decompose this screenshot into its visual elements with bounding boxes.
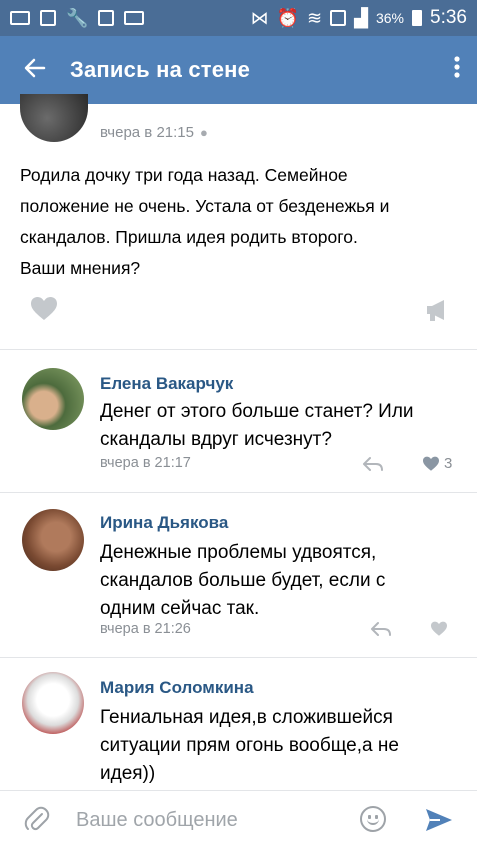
post-text: Родила дочку три года назад. Семейное по…: [20, 160, 460, 284]
heart-icon[interactable]: [430, 621, 448, 637]
battery-percent: 36%: [375, 10, 405, 26]
message-input[interactable]: [76, 803, 336, 837]
comment: Ирина Дьякова Денежные проблемы удвоятся…: [0, 493, 477, 657]
comment: Мария Соломкина Гениальная идея,в сложив…: [0, 658, 477, 790]
post-text-line: Родила дочку три года назад. Семейное: [20, 165, 348, 185]
paperclip-icon[interactable]: [24, 806, 50, 834]
comment-text-line: одним сейчас так.: [100, 598, 260, 619]
post-time: вчера в 21:15 ●: [100, 124, 208, 141]
comment-text-line: скандалов больше будет, если с: [100, 570, 386, 591]
signal-icon: ▟: [354, 8, 368, 28]
comment-text-line: Гениальная идея,в сложившейся: [100, 707, 393, 728]
comment-text-line: идея)): [100, 763, 156, 784]
like-count: 3: [444, 455, 453, 472]
post-header: вчера в 21:15 ●: [0, 94, 477, 160]
megaphone-icon[interactable]: [425, 298, 451, 322]
status-bar: 🔧 ⋈ ⏰ ≋ ▟ 36% 5:36: [0, 0, 477, 36]
comment-text: Денег от этого больше станет? Или сканда…: [100, 398, 460, 454]
commenter-avatar[interactable]: [22, 368, 84, 430]
send-icon[interactable]: [424, 807, 454, 833]
page-title: Запись на стене: [70, 57, 251, 82]
heart-icon[interactable]: [422, 456, 440, 472]
comment-time: вчера в 21:17: [100, 455, 191, 471]
post-text-line: скандалов. Пришла идея родить второго.: [20, 227, 358, 247]
post-author-avatar[interactable]: [20, 94, 88, 142]
comment-text-line: ситуации прям огонь вообще,а не: [100, 735, 399, 756]
comment-time: вчера в 21:26: [100, 621, 191, 637]
commenter-avatar[interactable]: [22, 509, 84, 571]
comment-text-line: Денег от этого больше станет? Или: [100, 401, 414, 422]
comment-text-line: скандалы вдруг исчезнут?: [100, 429, 332, 450]
post-actions: [0, 296, 477, 326]
mail-icon: [124, 11, 145, 25]
chat-notification-icon: [10, 11, 30, 25]
nfc-icon: ⋈: [250, 8, 269, 28]
wrench-icon: 🔧: [66, 8, 89, 28]
screenshot-notification-icon: [40, 10, 56, 26]
wifi-icon: ≋: [307, 8, 323, 28]
commenter-name[interactable]: Ирина Дьякова: [100, 513, 228, 533]
post-text-line: положение не очень. Устала от безденежья…: [20, 196, 390, 216]
more-vertical-icon: [454, 55, 460, 78]
wall-post: вчера в 21:15 ● Родила дочку три года наз…: [0, 94, 477, 321]
image-notification-icon: [98, 10, 115, 26]
commenter-name[interactable]: Елена Вакарчук: [100, 374, 233, 394]
commenter-avatar[interactable]: [22, 672, 84, 734]
commenter-name[interactable]: Мария Соломкина: [100, 678, 254, 698]
comment: Елена Вакарчук Денег от этого больше ста…: [0, 350, 477, 490]
back-button[interactable]: [0, 55, 70, 86]
post-author-name-cropped[interactable]: [100, 96, 380, 106]
comment-text: Гениальная идея,в сложившейся ситуации п…: [100, 704, 460, 788]
reply-icon[interactable]: [370, 621, 392, 637]
arrow-left-icon: [24, 58, 46, 77]
clock: 5:36: [430, 7, 467, 28]
heart-icon[interactable]: [30, 296, 58, 322]
comment-text-line: Денежные проблемы удвоятся,: [100, 542, 377, 563]
sim-icon: [330, 10, 347, 26]
emoji-icon[interactable]: [360, 806, 386, 832]
message-composer: [0, 790, 477, 850]
reply-icon[interactable]: [362, 456, 384, 472]
comment-text: Денежные проблемы удвоятся, скандалов бо…: [100, 539, 460, 623]
more-menu-button[interactable]: [437, 55, 477, 86]
post-text-line: Ваши мнения?: [20, 258, 141, 278]
apple-icon: ●: [199, 125, 208, 140]
battery-icon: [412, 10, 423, 26]
alarm-icon: ⏰: [276, 8, 300, 28]
